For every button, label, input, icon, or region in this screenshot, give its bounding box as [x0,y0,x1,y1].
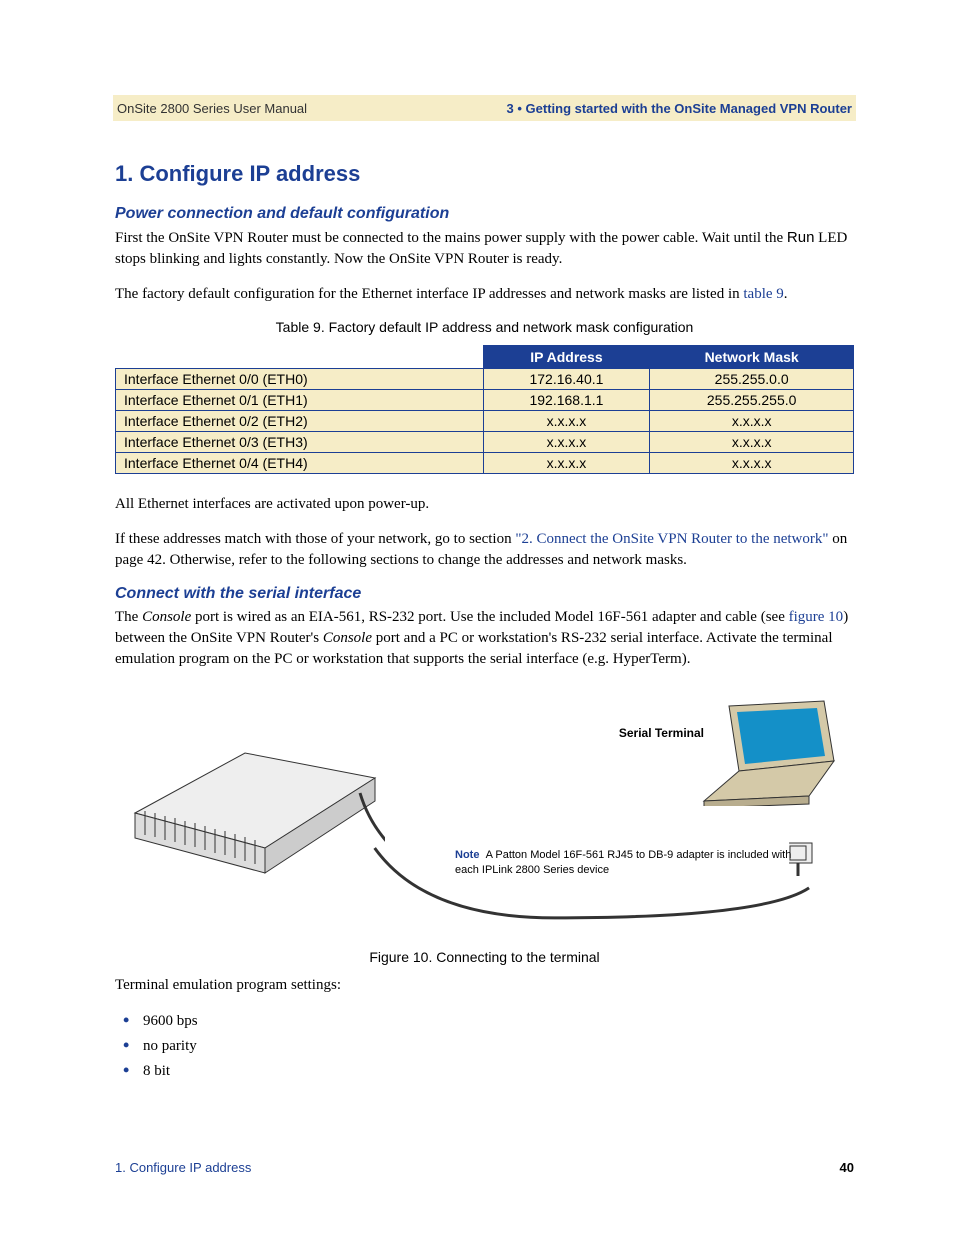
cable-path [115,688,854,943]
page-number: 40 [840,1160,854,1175]
body-text: The Console port is wired as an EIA-561,… [115,607,854,670]
page-header: OnSite 2800 Series User Manual 3 • Getti… [113,95,856,121]
table-header-row: IP Address Network Mask [116,346,854,369]
table-row: Interface Ethernet 0/2 (ETH2)x.x.x.xx.x.… [116,411,854,432]
page-footer: 1. Configure IP address 40 [115,1160,854,1175]
footer-section: 1. Configure IP address [115,1160,251,1175]
table-row: Interface Ethernet 0/4 (ETH4)x.x.x.xx.x.… [116,453,854,474]
list-item: 9600 bps [123,1010,854,1031]
xref-figure10[interactable]: figure 10 [789,609,844,625]
list-item: 8 bit [123,1060,854,1081]
table-row: Interface Ethernet 0/1 (ETH1)192.168.1.1… [116,390,854,411]
body-text: All Ethernet interfaces are activated up… [115,494,854,515]
serial-terminal-label: Serial Terminal [619,726,704,740]
section-heading-serial: Connect with the serial interface [115,585,854,603]
xref-section2[interactable]: "2. Connect the OnSite VPN Router to the… [515,531,828,547]
body-text: First the OnSite VPN Router must be conn… [115,227,854,270]
header-left: OnSite 2800 Series User Manual [117,101,307,116]
section-heading-power: Power connection and default configurati… [115,205,854,223]
figure-note: Note A Patton Model 16F-561 RJ45 to DB-9… [455,848,795,878]
body-text: The factory default configuration for th… [115,284,854,305]
header-right: 3 • Getting started with the OnSite Mana… [507,101,852,116]
page-title: 1. Configure IP address [115,161,854,187]
table-row: Interface Ethernet 0/0 (ETH0)172.16.40.1… [116,369,854,390]
table-header: IP Address [483,346,650,369]
xref-table9[interactable]: table 9 [743,286,783,302]
body-text: If these addresses match with those of y… [115,529,854,571]
table-header: Network Mask [650,346,854,369]
figure-caption: Figure 10. Connecting to the terminal [115,949,854,965]
ip-config-table: IP Address Network Mask Interface Ethern… [115,345,854,474]
table-caption: Table 9. Factory default IP address and … [115,319,854,335]
settings-list: 9600 bps no parity 8 bit [123,1010,854,1081]
settings-intro: Terminal emulation program settings: [115,975,854,996]
table-header [116,346,484,369]
table-row: Interface Ethernet 0/3 (ETH3)x.x.x.xx.x.… [116,432,854,453]
figure-10: Serial Terminal Note A Patton Model 16F-… [115,688,854,943]
list-item: no parity [123,1035,854,1056]
